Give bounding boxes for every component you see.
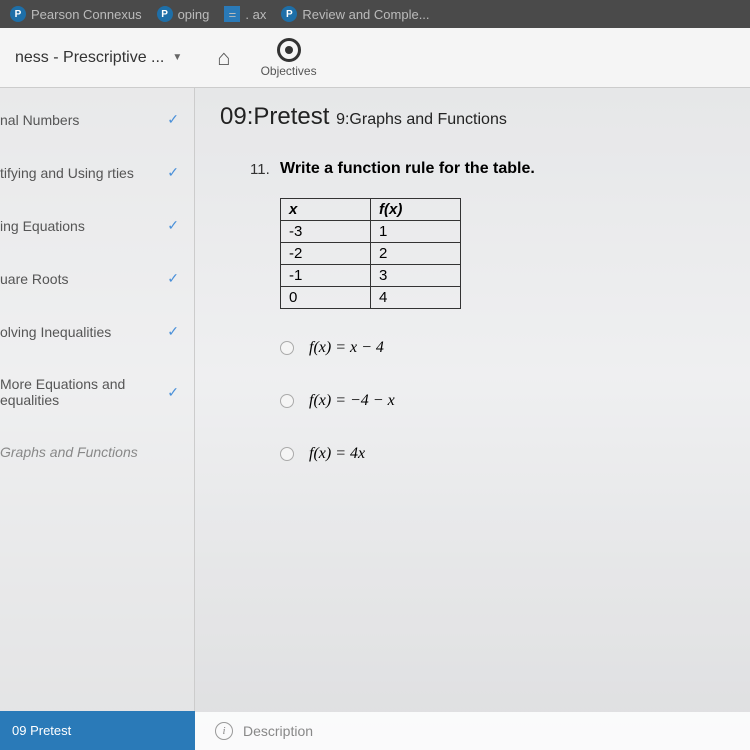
check-icon: ✓ xyxy=(167,217,179,234)
radio-icon[interactable] xyxy=(280,341,294,355)
table-row: -1 3 xyxy=(281,265,461,287)
tab-label: . ax xyxy=(245,7,266,22)
cell: -2 xyxy=(281,243,371,265)
title-main: 09:Pretest xyxy=(220,103,329,130)
nav-icons: ⌂ Objectives xyxy=(197,28,316,87)
title-sub: 9:Graphs and Functions xyxy=(336,111,507,128)
breadcrumb-title: ness - Prescriptive ... xyxy=(15,49,164,67)
tab-pearson[interactable]: P Pearson Connexus xyxy=(10,6,142,22)
target-icon xyxy=(277,38,301,62)
content: 09:Pretest 9:Graphs and Functions 11. Wr… xyxy=(195,88,750,750)
bottom-nav[interactable]: 09 Pretest xyxy=(0,711,195,750)
tab-label: oping xyxy=(178,7,210,22)
cell: 4 xyxy=(371,287,461,309)
description-panel[interactable]: i Description xyxy=(195,712,750,750)
tab-review[interactable]: P Review and Comple... xyxy=(281,6,429,22)
browser-tabs: P Pearson Connexus P oping = . ax P Revi… xyxy=(0,0,750,28)
sidebar-item-label: More Equations and equalities xyxy=(0,376,167,408)
options-list: f(x) = x − 4 f(x) = −4 − x f(x) = 4x xyxy=(280,339,725,463)
cell: -1 xyxy=(281,265,371,287)
chevron-down-icon: ▼ xyxy=(172,52,182,63)
check-icon: ✓ xyxy=(167,384,179,401)
sidebar-item-roots[interactable]: uare Roots ✓ xyxy=(0,252,194,305)
sidebar-item-equations[interactable]: ing Equations ✓ xyxy=(0,199,194,252)
tab-label: Review and Comple... xyxy=(302,7,429,22)
doc-icon: = xyxy=(224,6,240,22)
sidebar-item-numbers[interactable]: nal Numbers ✓ xyxy=(0,93,194,146)
option-text: f(x) = x − 4 xyxy=(309,339,384,357)
table-row: -3 1 xyxy=(281,221,461,243)
info-icon: i xyxy=(215,722,233,740)
cell: 2 xyxy=(371,243,461,265)
pearson-icon: P xyxy=(10,6,26,22)
cell: 0 xyxy=(281,287,371,309)
table-row: -2 2 xyxy=(281,243,461,265)
tab-oping[interactable]: P oping xyxy=(157,6,210,22)
sidebar-item-inequalities[interactable]: olving Inequalities ✓ xyxy=(0,305,194,358)
check-icon: ✓ xyxy=(167,323,179,340)
data-table: x f(x) -3 1 -2 2 -1 3 0 4 xyxy=(280,198,461,309)
sidebar-item-label: tifying and Using rties xyxy=(0,165,134,181)
sidebar-item-label: uare Roots xyxy=(0,271,68,287)
bottom-nav-label: 09 Pretest xyxy=(12,723,71,738)
sidebar-item-label: nal Numbers xyxy=(0,112,79,128)
table-header-row: x f(x) xyxy=(281,199,461,221)
option-a[interactable]: f(x) = x − 4 xyxy=(280,339,725,357)
check-icon: ✓ xyxy=(167,270,179,287)
option-c[interactable]: f(x) = 4x xyxy=(280,445,725,463)
sidebar-item-label: ing Equations xyxy=(0,218,85,234)
header-fx: f(x) xyxy=(371,199,461,221)
description-label: Description xyxy=(243,723,313,739)
option-text: f(x) = −4 − x xyxy=(309,392,395,410)
top-bar: ness - Prescriptive ... ▼ ⌂ Objectives xyxy=(0,28,750,88)
check-icon: ✓ xyxy=(167,164,179,181)
objectives-button[interactable]: Objectives xyxy=(261,38,317,78)
tab-label: Pearson Connexus xyxy=(31,7,142,22)
radio-icon[interactable] xyxy=(280,394,294,408)
main-area: nal Numbers ✓ tifying and Using rties ✓ … xyxy=(0,88,750,750)
cell: 1 xyxy=(371,221,461,243)
pearson-icon: P xyxy=(157,6,173,22)
tab-ax[interactable]: = . ax xyxy=(224,6,266,22)
home-button[interactable]: ⌂ xyxy=(217,45,230,71)
sidebar: nal Numbers ✓ tifying and Using rties ✓ … xyxy=(0,88,195,750)
question-block: 11. Write a function rule for the table.… xyxy=(250,161,725,463)
cell: -3 xyxy=(281,221,371,243)
option-text: f(x) = 4x xyxy=(309,445,365,463)
radio-icon[interactable] xyxy=(280,447,294,461)
sidebar-item-more-equations[interactable]: More Equations and equalities ✓ xyxy=(0,358,194,426)
sidebar-item-label: Graphs and Functions xyxy=(0,444,138,460)
page-title: 09:Pretest 9:Graphs and Functions xyxy=(220,103,725,131)
check-icon: ✓ xyxy=(167,111,179,128)
pearson-icon: P xyxy=(281,6,297,22)
question-prompt: Write a function rule for the table. xyxy=(280,160,725,178)
objectives-label: Objectives xyxy=(261,64,317,78)
sidebar-item-label: olving Inequalities xyxy=(0,324,111,340)
table-row: 0 4 xyxy=(281,287,461,309)
option-b[interactable]: f(x) = −4 − x xyxy=(280,392,725,410)
sidebar-item-properties[interactable]: tifying and Using rties ✓ xyxy=(0,146,194,199)
sidebar-item-graphs[interactable]: Graphs and Functions xyxy=(0,426,194,478)
breadcrumb[interactable]: ness - Prescriptive ... ▼ xyxy=(0,28,197,87)
header-x: x xyxy=(281,199,371,221)
cell: 3 xyxy=(371,265,461,287)
home-icon: ⌂ xyxy=(217,45,230,71)
